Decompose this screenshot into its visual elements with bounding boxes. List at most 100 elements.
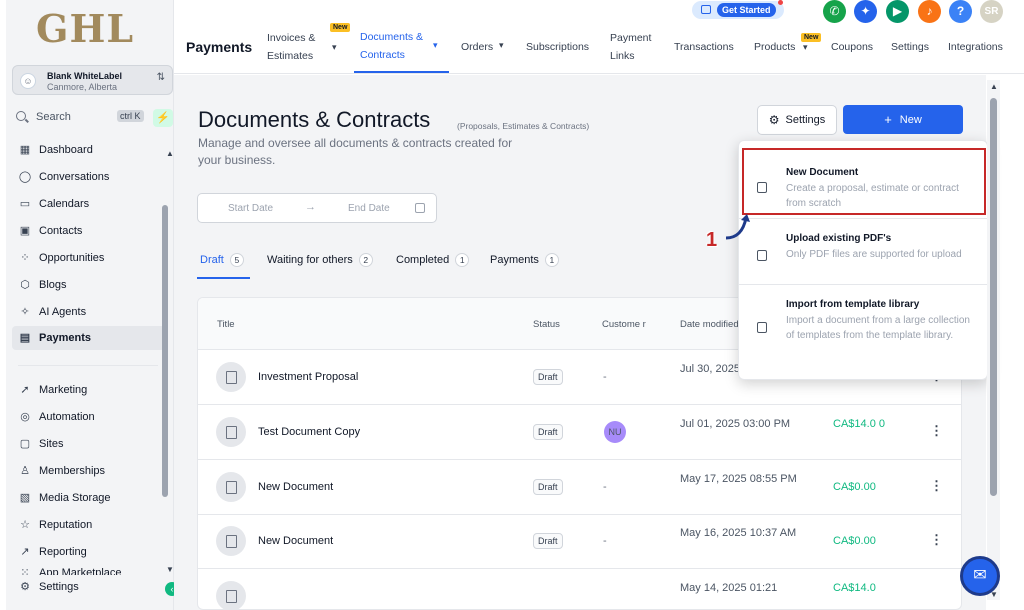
sidebar-scroll-down-icon[interactable]: ▼ [166,565,174,574]
tab-label-line2: Estimates [267,50,314,62]
tab-coupons[interactable]: Coupons [831,38,873,56]
menu-item-upload-pdf[interactable]: Upload existing PDF's Only PDF files are… [739,221,989,291]
opportunities-icon: ⁘ [20,252,30,264]
tab-label: Waiting for others [267,254,353,266]
sidebar-item-media-storage[interactable]: ▧ Media Storage [12,486,165,510]
sidebar-item-blogs[interactable]: ⬡ Blogs [12,273,165,297]
table-row[interactable]: New Document Draft - May 16, 2025 10:37 … [198,514,961,569]
sidebar-item-automation[interactable]: ◎ Automation [12,405,165,429]
tab-draft[interactable]: Draft 5 [200,253,244,267]
date-range-picker[interactable]: Start Date → End Date [197,193,437,223]
table-row[interactable]: Test Document Copy Draft NU Jul 01, 2025… [198,405,961,460]
tab-documents-contracts[interactable]: Documents & Contracts [360,28,423,64]
chevron-down-icon[interactable]: ▾ [433,40,438,51]
magic-wand-icon[interactable]: ✦ [854,0,877,23]
tab-completed[interactable]: Completed 1 [396,253,470,267]
document-title[interactable]: Test Document Copy [258,426,360,438]
more-options-icon[interactable]: ⋮ [930,478,943,494]
megaphone-icon[interactable]: ▶ [886,0,909,23]
tab-invoices-estimates[interactable]: Invoices & Estimates [267,29,315,65]
sidebar-item-opportunities[interactable]: ⁘ Opportunities [12,246,165,270]
chevron-updown-icon: ⇅ [156,72,165,83]
sidebar-item-settings[interactable]: ⚙ Settings [12,575,165,599]
tab-waiting-for-others[interactable]: Waiting for others 2 [267,253,373,267]
settings-button[interactable]: ⚙ Settings [757,105,837,135]
new-button[interactable]: + New [843,105,963,134]
sidebar-scroll-up-icon[interactable]: ▲ [166,149,174,158]
quick-actions-bolt-icon[interactable]: ⚡ [153,109,173,127]
calendar-icon: ▭ [19,198,31,210]
amount-value: CA$14.0 0 [833,418,885,430]
tab-orders[interactable]: Orders [461,38,493,56]
sidebar-item-marketing[interactable]: ➚ Marketing [12,378,165,402]
sidebar-search[interactable]: Search ctrl K [12,108,147,128]
sidebar-item-reputation[interactable]: ☆ Reputation [12,513,165,537]
table-row[interactable]: New Document Draft - May 17, 2025 08:55 … [198,460,961,515]
brand-logo[interactable]: GHL [36,6,134,51]
date-modified: Jul 01, 2025 03:00 PM [680,418,791,430]
tab-payment-links[interactable]: Payment Links [610,29,651,65]
get-started-pill[interactable]: Get Started [692,1,784,19]
amount-value: CA$0.00 [833,535,876,547]
section-title: Payments [186,39,253,55]
sidebar-item-label: Calendars [39,198,90,210]
help-icon[interactable]: ? [949,0,972,23]
location-city: Canmore, Alberta [47,82,118,92]
calendar-icon[interactable] [415,203,425,213]
page-subtitle: (Proposals, Estimates & Contracts) [457,121,590,131]
document-title[interactable]: New Document [258,481,333,493]
sidebar-item-calendars[interactable]: ▭ Calendars [12,192,165,216]
sidebar-item-reporting[interactable]: ↗ Reporting [12,540,165,564]
sidebar-item-payments[interactable]: ▤ Payments [12,326,165,350]
tab-settings[interactable]: Settings [891,38,929,56]
table-row[interactable]: May 14, 2025 01:21 CA$14.0 [198,569,961,609]
support-chat-icon[interactable]: ✉ [960,556,1000,596]
menu-item-import-template[interactable]: Import from template library Import a do… [739,287,989,372]
main-scrollbar[interactable] [990,98,997,496]
sidebar-item-memberships[interactable]: ♙ Memberships [12,459,165,483]
phone-icon[interactable]: ✆ [823,0,846,23]
sidebar-item-label: Marketing [39,384,88,396]
more-options-icon[interactable]: ⋮ [930,423,943,439]
sidebar-item-dashboard[interactable]: ▦ Dashboard [12,138,165,162]
chevron-down-icon[interactable]: ▾ [332,42,337,53]
payments-icon: ▤ [19,332,31,344]
sidebar-item-ai-agents[interactable]: ✧ AI Agents [12,300,165,324]
user-avatar[interactable]: SR [980,0,1003,23]
tab-payments[interactable]: Payments 1 [490,253,559,267]
tab-subscriptions[interactable]: Subscriptions [526,38,589,56]
column-date-modified[interactable]: Date modified [680,298,739,350]
tab-label-line2: Links [610,50,635,62]
column-customer[interactable]: Custome r [602,298,650,350]
tab-products[interactable]: Products [754,38,795,56]
sidebar-item-sites[interactable]: ▢ Sites [12,432,165,456]
customer-avatar[interactable]: NU [604,421,626,443]
chevron-down-icon[interactable]: ▾ [803,42,808,53]
column-status[interactable]: Status [533,298,560,350]
scroll-up-icon[interactable]: ▲ [990,82,998,91]
location-switcher[interactable]: ☺ Blank WhiteLabel Canmore, Alberta ⇅ [12,65,173,95]
menu-item-description: Import a document from a large collectio… [786,315,970,341]
bell-icon[interactable]: ♪ [918,0,941,23]
document-title[interactable]: New Document [258,535,333,547]
start-date-field[interactable]: Start Date [228,203,273,214]
document-title[interactable]: Investment Proposal [258,371,358,383]
sidebar: GHL ☺ Blank WhiteLabel Canmore, Alberta … [6,0,174,610]
get-started-button[interactable]: Get Started [717,3,776,17]
sidebar-item-contacts[interactable]: ▣ Contacts [12,219,165,243]
new-badge: New [801,33,822,42]
tab-label-line2: Contracts [360,49,405,61]
active-tab-underline [354,71,449,73]
sidebar-item-conversations[interactable]: ◯ Conversations [12,165,165,189]
more-options-icon[interactable]: ⋮ [930,532,943,548]
tab-transactions[interactable]: Transactions [674,38,734,56]
gear-icon: ⚙ [20,581,30,593]
chevron-down-icon[interactable]: ▾ [499,40,504,51]
pdf-icon [757,250,767,261]
date-modified: May 16, 2025 10:37 AM [680,527,797,539]
sidebar-item-label: Sites [39,438,64,450]
end-date-field[interactable]: End Date [348,203,390,214]
sidebar-scrollbar[interactable] [162,205,168,497]
tab-integrations[interactable]: Integrations [948,38,1003,56]
column-title[interactable]: Title [217,298,235,350]
